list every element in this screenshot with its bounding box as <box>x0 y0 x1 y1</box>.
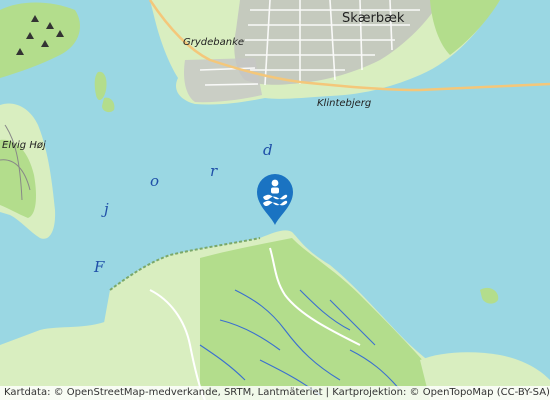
place-label-grydebanke: Grydebanke <box>183 37 244 48</box>
swimming-location-marker[interactable] <box>255 172 295 226</box>
water-label-letter-o: o <box>150 172 159 190</box>
attribution-text: Kartdata: © OpenStreetMap-medverkande, S… <box>4 387 550 398</box>
map-view[interactable]: Skærbæk Grydebanke Klintebjerg Elvig Høj… <box>0 0 550 400</box>
place-label-skaerbaek: Skærbæk <box>342 11 405 26</box>
water-label-letter-d: d <box>263 141 273 159</box>
water-label-letter-f: F <box>93 258 105 276</box>
place-label-elvig-hoj: Elvig Høj <box>2 140 46 151</box>
map-attribution: Kartdata: © OpenStreetMap-medverkande, S… <box>0 386 550 400</box>
place-label-klintebjerg: Klintebjerg <box>317 98 371 109</box>
water-label-letter-r: r <box>210 162 218 180</box>
